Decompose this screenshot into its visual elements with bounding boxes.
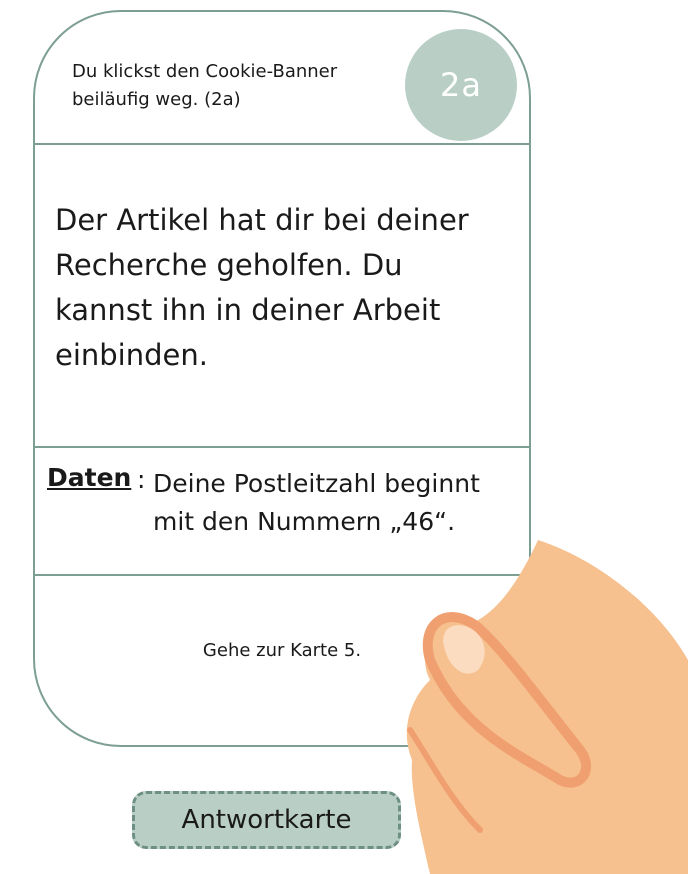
body-line-2: Recherche geholfen. Du bbox=[55, 248, 403, 282]
data-colon: : bbox=[137, 465, 146, 494]
card-body-text: Der Artikel hat dir bei deiner Recherche… bbox=[55, 198, 515, 378]
body-line-1: Der Artikel hat dir bei deiner bbox=[55, 203, 469, 237]
body-divider bbox=[35, 446, 529, 448]
header-line-1: Du klickst den Cookie-Banner bbox=[72, 61, 338, 82]
data-line-1: Deine Postleitzahl beginnt bbox=[153, 469, 480, 498]
header-divider bbox=[35, 143, 529, 145]
card-header-text: Du klickst den Cookie-Banner beiläufig w… bbox=[72, 58, 402, 114]
data-label: Daten bbox=[47, 463, 132, 492]
header-line-2: beiläufig weg. (2a) bbox=[72, 89, 241, 110]
hand-holding-card-icon bbox=[406, 540, 688, 874]
body-line-3: kannst ihn in deiner Arbeit bbox=[55, 293, 441, 327]
card-number-badge: 2a bbox=[405, 29, 517, 141]
body-line-4: einbinden. bbox=[55, 338, 208, 372]
answer-card-button[interactable]: Antwortkarte bbox=[132, 791, 401, 849]
